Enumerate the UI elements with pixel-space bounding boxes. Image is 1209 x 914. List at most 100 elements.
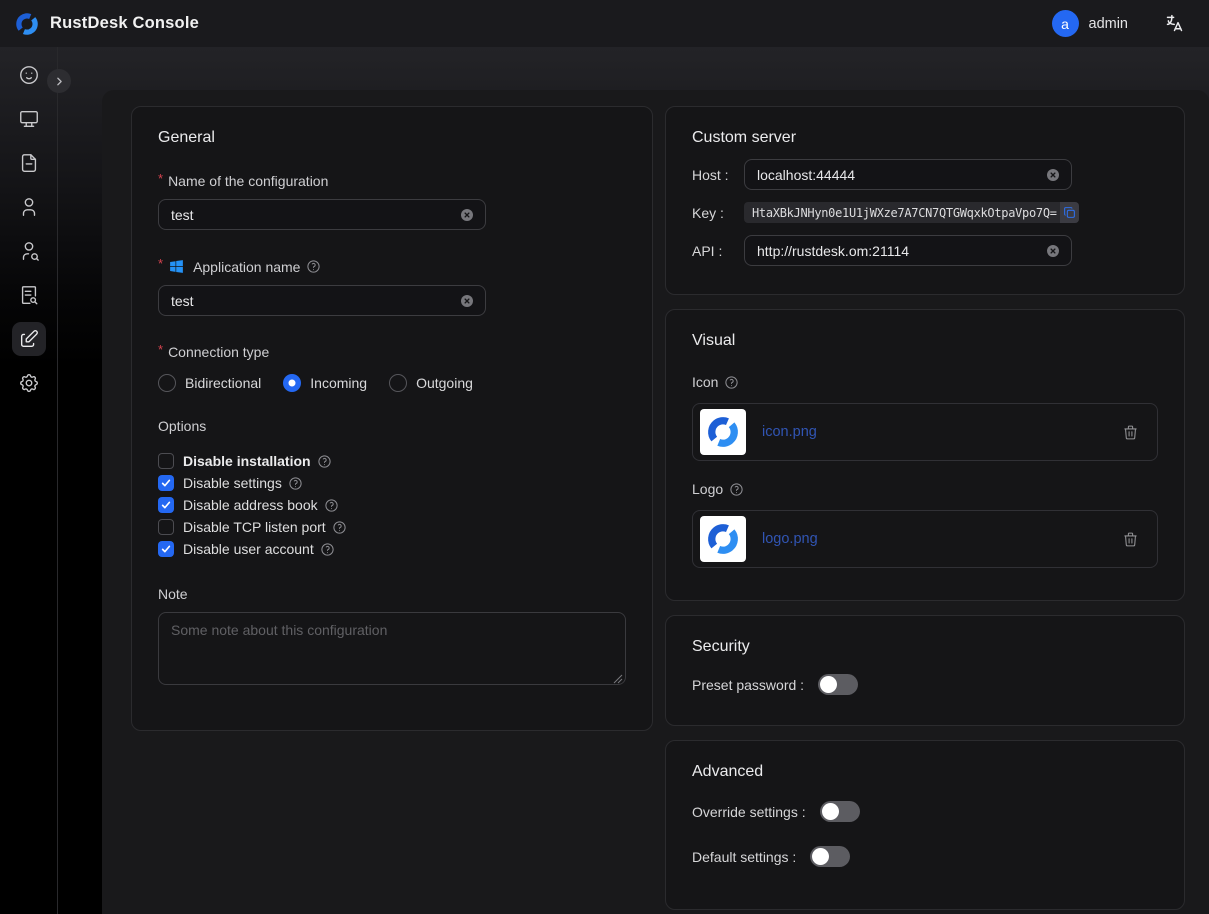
override-settings-label: Override settings : bbox=[692, 804, 806, 820]
help-icon[interactable] bbox=[332, 520, 347, 535]
rustdesk-logo-icon bbox=[14, 11, 40, 37]
custom-server-title: Custom server bbox=[692, 129, 1158, 147]
option-disable-settings[interactable]: Disable settings bbox=[158, 472, 626, 494]
checkbox-control[interactable] bbox=[158, 541, 174, 557]
sidebar-item-documents[interactable] bbox=[0, 141, 58, 185]
help-icon[interactable] bbox=[724, 375, 739, 390]
option-disable-user-account[interactable]: Disable user account bbox=[158, 538, 626, 560]
clear-host-button[interactable] bbox=[1045, 167, 1061, 183]
logo-file-link[interactable]: logo.png bbox=[762, 531, 818, 547]
smiley-icon bbox=[12, 58, 46, 92]
sidebar-item-settings[interactable] bbox=[0, 361, 58, 405]
default-settings-label: Default settings : bbox=[692, 849, 796, 865]
note-wrap bbox=[158, 612, 626, 690]
config-name-label-row: * Name of the configuration bbox=[158, 173, 626, 189]
default-settings-toggle[interactable] bbox=[810, 846, 850, 867]
help-icon[interactable] bbox=[320, 542, 335, 557]
visual-card: Visual Icon icon.png Logo logo.png bbox=[665, 309, 1185, 601]
sidebar-item-user-search[interactable] bbox=[0, 229, 58, 273]
language-button[interactable] bbox=[1164, 13, 1185, 34]
api-input[interactable] bbox=[757, 243, 1045, 259]
api-input-wrap bbox=[744, 235, 1072, 266]
icon-upload-box: icon.png bbox=[692, 403, 1158, 461]
trash-icon bbox=[1122, 531, 1139, 548]
api-row: API : bbox=[692, 235, 1158, 266]
radio-incoming[interactable]: Incoming bbox=[283, 374, 367, 392]
translate-icon bbox=[1164, 13, 1185, 34]
checkbox-control[interactable] bbox=[158, 475, 174, 491]
delete-icon-button[interactable] bbox=[1122, 424, 1139, 441]
connection-type-label-row: * Connection type bbox=[158, 344, 626, 360]
sidebar-item-devices[interactable] bbox=[0, 97, 58, 141]
note-label: Note bbox=[158, 586, 626, 602]
help-icon[interactable] bbox=[324, 498, 339, 513]
copy-icon bbox=[1063, 206, 1076, 219]
key-value: HtaXBkJNHyn0e1U1jWXze7A7CN7QTGWqxkOtpaVp… bbox=[752, 206, 1057, 220]
clear-config-name-button[interactable] bbox=[459, 207, 475, 223]
help-icon[interactable] bbox=[306, 259, 321, 274]
monitor-icon bbox=[12, 102, 46, 136]
logo-label: Logo bbox=[692, 481, 723, 497]
avatar[interactable]: a bbox=[1052, 10, 1079, 37]
settings-icon bbox=[12, 366, 46, 400]
topbar: RustDesk Console a admin bbox=[0, 0, 1209, 47]
help-icon[interactable] bbox=[288, 476, 303, 491]
main-panel: General * Name of the configuration * Ap… bbox=[102, 90, 1209, 914]
radio-bidirectional[interactable]: Bidirectional bbox=[158, 374, 261, 392]
chevron-right-icon bbox=[53, 75, 66, 88]
clear-icon bbox=[1045, 243, 1061, 259]
radio-control[interactable] bbox=[158, 374, 176, 392]
document-icon bbox=[12, 146, 46, 180]
sidebar-item-audit-log[interactable] bbox=[0, 273, 58, 317]
clear-app-name-button[interactable] bbox=[459, 293, 475, 309]
audit-log-icon bbox=[12, 278, 46, 312]
config-name-input[interactable] bbox=[171, 207, 459, 223]
radio-control[interactable] bbox=[389, 374, 407, 392]
brand: RustDesk Console bbox=[14, 11, 199, 37]
sidebar-item-configurations[interactable] bbox=[0, 317, 58, 361]
help-icon[interactable] bbox=[317, 454, 332, 469]
delete-logo-button[interactable] bbox=[1122, 531, 1139, 548]
app-name-label: Application name bbox=[193, 259, 300, 275]
clear-icon bbox=[1045, 167, 1061, 183]
sidebar-item-users[interactable] bbox=[0, 185, 58, 229]
icon-thumbnail bbox=[700, 409, 746, 455]
host-row: Host : bbox=[692, 159, 1158, 190]
override-settings-toggle[interactable] bbox=[820, 801, 860, 822]
user-icon bbox=[12, 190, 46, 224]
radio-outgoing[interactable]: Outgoing bbox=[389, 374, 473, 392]
preset-password-row: Preset password : bbox=[692, 674, 1158, 695]
note-textarea[interactable] bbox=[158, 612, 626, 685]
config-name-label: Name of the configuration bbox=[168, 173, 328, 189]
checkbox-control[interactable] bbox=[158, 453, 174, 469]
sidebar-collapse-button[interactable] bbox=[47, 69, 71, 93]
user-search-icon bbox=[12, 234, 46, 268]
clear-api-button[interactable] bbox=[1045, 243, 1061, 259]
required-marker: * bbox=[158, 342, 163, 357]
logo-upload-box: logo.png bbox=[692, 510, 1158, 568]
copy-key-button[interactable] bbox=[1060, 202, 1079, 223]
windows-logo-icon bbox=[168, 258, 185, 275]
help-icon[interactable] bbox=[729, 482, 744, 497]
checkbox-control[interactable] bbox=[158, 519, 174, 535]
clear-icon bbox=[459, 207, 475, 223]
sidebar bbox=[0, 47, 58, 914]
radio-control[interactable] bbox=[283, 374, 301, 392]
checkbox-control[interactable] bbox=[158, 497, 174, 513]
preset-password-toggle[interactable] bbox=[818, 674, 858, 695]
general-card: General * Name of the configuration * Ap… bbox=[131, 106, 653, 731]
visual-title: Visual bbox=[692, 332, 1158, 350]
custom-server-card: Custom server Host : Key : HtaXBkJNHyn0e… bbox=[665, 106, 1185, 295]
app-name-input[interactable] bbox=[171, 293, 459, 309]
icon-file-link[interactable]: icon.png bbox=[762, 424, 817, 440]
option-disable-tcp-listen-port[interactable]: Disable TCP listen port bbox=[158, 516, 626, 538]
preset-password-label: Preset password : bbox=[692, 677, 804, 693]
general-title: General bbox=[158, 129, 626, 147]
host-input-wrap bbox=[744, 159, 1072, 190]
option-disable-installation[interactable]: Disable installation bbox=[158, 450, 626, 472]
host-label: Host : bbox=[692, 167, 744, 183]
username[interactable]: admin bbox=[1089, 16, 1129, 32]
app-name-label-row: * Application name bbox=[158, 258, 626, 275]
host-input[interactable] bbox=[757, 167, 1045, 183]
option-disable-address-book[interactable]: Disable address book bbox=[158, 494, 626, 516]
